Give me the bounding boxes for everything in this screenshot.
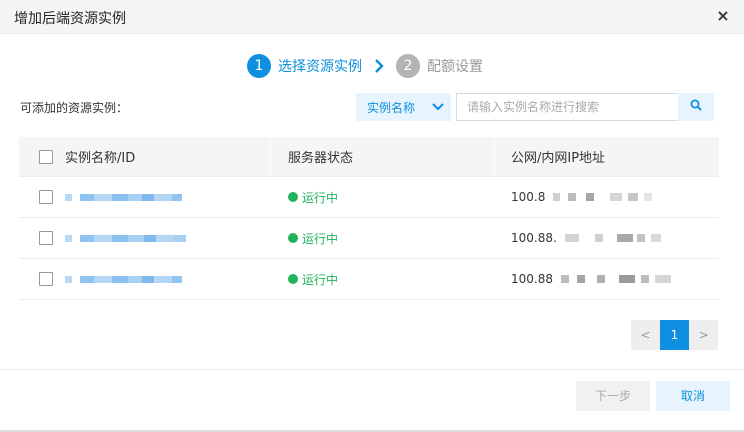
redacted-instance-name[interactable] <box>65 234 186 242</box>
running-status-dot <box>288 192 298 202</box>
next-page-button[interactable]: > <box>689 320 718 350</box>
row-checkbox[interactable] <box>39 231 53 245</box>
step-indicator: 1 选择资源实例 2 配额设置 <box>247 53 483 79</box>
prev-page-button[interactable]: < <box>631 320 660 350</box>
instance-name-cell <box>19 177 271 217</box>
server-status-cell: 运行中 <box>271 218 495 258</box>
chevron-right-icon <box>374 59 386 73</box>
dialog-title: 增加后端资源实例 <box>14 11 126 27</box>
ip-address-cell: 100.88 <box>495 259 719 299</box>
status-badge: 运行中 <box>302 190 339 205</box>
status-badge: 运行中 <box>302 231 339 246</box>
instance-name-cell <box>19 218 271 258</box>
row-checkbox[interactable] <box>39 190 53 204</box>
table-header: 实例名称/ID 服务器状态 公网/内网IP地址 <box>19 137 719 177</box>
ip-address-cell: 100.8 <box>495 177 719 217</box>
instance-table: 实例名称/ID 服务器状态 公网/内网IP地址 运行中 100.8 运行中 10… <box>19 137 719 300</box>
table-row[interactable]: 运行中 100.88 <box>19 259 719 300</box>
ip-address-cell: 100.88. <box>495 218 719 258</box>
step-2-circle: 2 <box>396 54 420 78</box>
redacted-ip-address <box>564 234 661 242</box>
search-button[interactable] <box>678 93 714 121</box>
header-server-status-label: 服务器状态 <box>288 151 354 166</box>
add-backend-instance-dialog: 增加后端资源实例 × 1 选择资源实例 2 配额设置 可添加的资源实例： 实例名… <box>0 0 744 430</box>
next-step-button[interactable]: 下一步 <box>576 381 650 411</box>
server-status-cell: 运行中 <box>271 259 495 299</box>
header-ip-address-label: 公网/内网IP地址 <box>511 151 606 166</box>
available-instances-label: 可添加的资源实例： <box>20 101 129 115</box>
footer-divider <box>0 369 744 370</box>
search-filter-select[interactable]: 实例名称 <box>356 93 451 121</box>
page-1-button[interactable]: 1 <box>660 320 689 350</box>
redacted-instance-name[interactable] <box>65 275 182 283</box>
step-1-label: 选择资源实例 <box>278 59 362 75</box>
status-badge: 运行中 <box>302 272 339 287</box>
step-1-circle: 1 <box>247 54 271 78</box>
dialog-header: 增加后端资源实例 × <box>0 0 744 34</box>
ip-address-text: 100.88 <box>511 272 553 286</box>
search-icon <box>690 99 702 115</box>
running-status-dot <box>288 274 298 284</box>
header-server-status: 服务器状态 <box>271 137 495 176</box>
header-instance-name: 实例名称/ID <box>19 137 271 176</box>
table-row[interactable]: 运行中 100.8 <box>19 177 719 218</box>
redacted-ip-address <box>553 193 653 201</box>
chevron-down-icon <box>432 100 444 114</box>
server-status-cell: 运行中 <box>271 177 495 217</box>
redacted-ip-address <box>561 275 671 283</box>
header-ip-address: 公网/内网IP地址 <box>495 137 719 176</box>
ip-address-text: 100.8 <box>511 190 546 204</box>
redacted-instance-name[interactable] <box>65 193 182 201</box>
close-button[interactable]: × <box>714 7 732 25</box>
ip-address-text: 100.88. <box>511 231 557 245</box>
cancel-button[interactable]: 取消 <box>656 381 730 411</box>
search-filter-label: 实例名称 <box>367 100 416 115</box>
row-checkbox[interactable] <box>39 272 53 286</box>
pagination: < 1 > <box>631 320 718 350</box>
select-all-checkbox[interactable] <box>39 149 53 164</box>
running-status-dot <box>288 233 298 243</box>
step-2-label: 配额设置 <box>427 59 483 75</box>
header-instance-name-label: 实例名称/ID <box>65 151 136 166</box>
instance-name-cell <box>19 259 271 299</box>
search-input[interactable] <box>456 93 678 121</box>
table-row[interactable]: 运行中 100.88. <box>19 218 719 259</box>
